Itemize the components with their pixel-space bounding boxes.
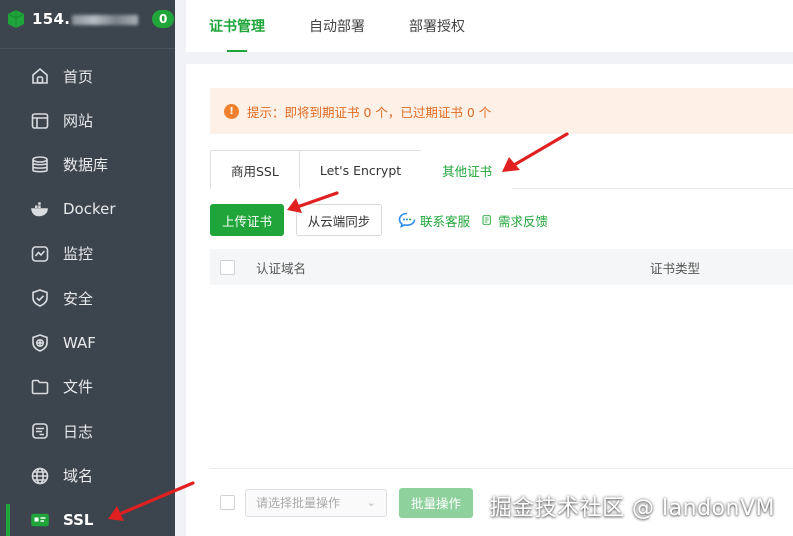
select-all-checkbox[interactable] [220,259,235,275]
tab-deploy-authorization[interactable]: 部署授权 [409,0,465,52]
feedback-link[interactable]: 需求反馈 [482,211,548,230]
batch-operation-select[interactable]: 请选择批量操作 ⌄ [245,488,387,517]
tab-cert-management[interactable]: 证书管理 [209,0,265,52]
column-header-cert-type: 证书类型 [650,260,701,276]
sidebar-item-label: WAF [63,333,96,352]
feedback-icon [482,215,491,225]
sidebar-item-label: 日志 [63,422,94,441]
sidebar-item-label: SSL [63,511,94,530]
website-icon [30,111,50,131]
contact-support-link[interactable]: 联系客服 [398,211,470,230]
sidebar-item-label: 监控 [63,245,94,264]
tab-lets-encrypt[interactable]: Let's Encrypt [298,150,423,189]
monitor-icon [30,244,50,264]
sidebar-item-label: 文件 [63,378,94,397]
notification-badge[interactable]: 0 [152,10,175,28]
cert-type-tabs: 商用SSL Let's Encrypt 其他证书 [210,150,793,190]
docker-icon [30,199,50,219]
main-panel: ! 提示：即将到期证书 0 个，已过期证书 0 个 商用SSL Let's En… [186,64,793,536]
sidebar-item-label: 域名 [63,467,94,486]
batch-select-placeholder: 请选择批量操作 [256,496,341,510]
sidebar-item-domains[interactable]: 域名 [0,454,175,498]
sidebar-divider [0,48,175,49]
alert-text: 提示：即将到期证书 0 个，已过期证书 0 个 [247,104,492,120]
redacted-text [72,14,139,25]
sidebar-item-home[interactable]: 首页 [0,54,175,98]
home-icon [30,66,50,86]
server-name: 154. [32,10,139,28]
sync-cloud-button[interactable]: 从云端同步 [296,204,382,236]
sidebar-item-label: 首页 [63,67,94,86]
folder-icon [30,377,50,397]
sidebar-item-logs[interactable]: 日志 [0,409,175,453]
logo-icon [8,10,24,28]
footer-select-all-checkbox[interactable] [220,495,235,510]
globe-icon [30,466,50,486]
chevron-down-icon: ⌄ [366,496,376,509]
log-icon [30,421,50,441]
expiry-alert: ! 提示：即将到期证书 0 个，已过期证书 0 个 [210,88,793,134]
sidebar-item-waf[interactable]: WAF [0,320,175,364]
waf-icon [30,333,50,353]
sidebar-item-label: 数据库 [63,156,109,175]
shield-icon [30,288,50,308]
batch-operation-button[interactable]: 批量操作 [399,487,473,518]
top-tabs: 证书管理 自动部署 部署授权 [186,0,793,52]
table-header: 认证域名 证书类型 [210,249,793,285]
feedback-label: 需求反馈 [498,213,549,229]
sidebar-item-label: Docker [63,200,116,219]
warning-icon: ! [224,103,239,119]
sidebar-item-monitor[interactable]: 监控 [0,232,175,276]
sidebar-item-label: 安全 [63,289,94,308]
sidebar-item-files[interactable]: 文件 [0,365,175,409]
sidebar-item-ssl[interactable]: SSL [0,498,175,536]
sidebar-item-label: 网站 [63,112,94,131]
sidebar-item-database[interactable]: 数据库 [0,143,175,187]
sidebar-item-security[interactable]: 安全 [0,276,175,320]
upload-cert-button[interactable]: 上传证书 [210,204,284,236]
server-header[interactable]: 154. 0 [0,0,175,38]
tab-other-certs[interactable]: 其他证书 [421,150,514,190]
sidebar: 154. 0 首页 网站 数据库 Docker 监控 安全 WAF 文件 日志 … [0,0,175,536]
ssl-icon [30,510,50,530]
watermark: 掘金技术社区 @ landonVM [489,496,775,521]
chat-icon [398,212,416,228]
sidebar-item-docker[interactable]: Docker [0,187,175,231]
sidebar-item-website[interactable]: 网站 [0,98,175,142]
contact-support-label: 联系客服 [420,213,471,229]
column-header-domain: 认证域名 [256,260,307,276]
toolbar: 上传证书 从云端同步 联系客服 需求反馈 [210,204,548,236]
tab-commercial-ssl[interactable]: 商用SSL [210,150,300,189]
database-icon [30,155,50,175]
sidebar-menu: 首页 网站 数据库 Docker 监控 安全 WAF 文件 日志 域名 SSL [0,54,175,536]
tab-auto-deploy[interactable]: 自动部署 [309,0,365,52]
